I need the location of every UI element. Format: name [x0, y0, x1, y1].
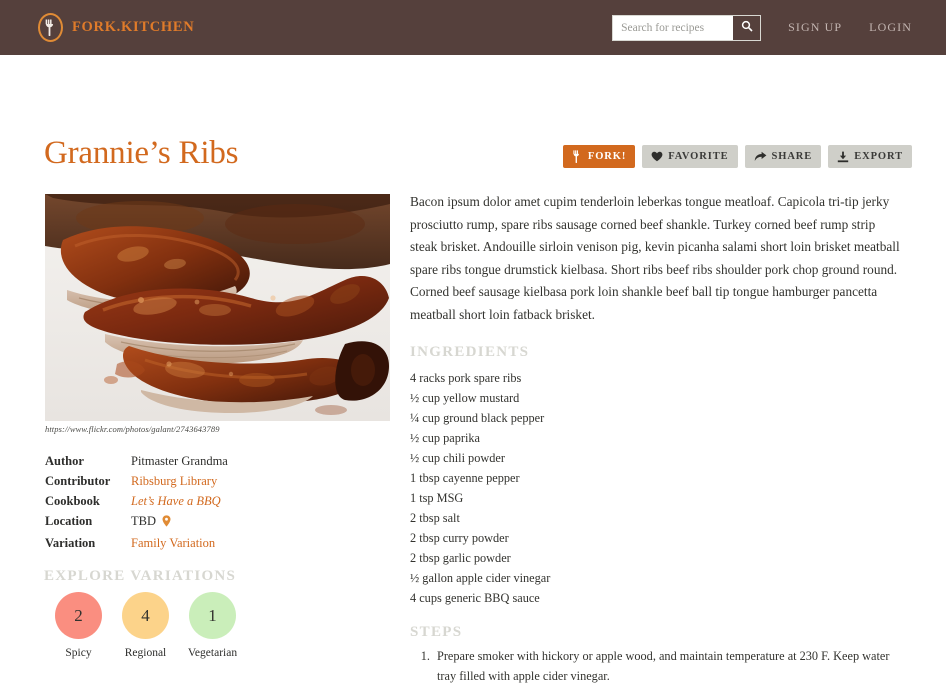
- recipe-photo: [45, 194, 390, 421]
- ingredients-list: 4 racks pork spare ribs ½ cup yellow must…: [410, 368, 905, 608]
- meta-value-contributor[interactable]: Ribsburg Library: [131, 471, 375, 491]
- meta-key-variation: Variation: [45, 535, 96, 550]
- brand-logo[interactable]: FORK.KITCHEN: [38, 13, 194, 42]
- page-title: Grannie’s Ribs: [44, 135, 239, 171]
- favorite-button-label: FAVORITE: [668, 151, 729, 162]
- recipe-main-content: Bacon ipsum dolor amet cupim tenderloin …: [410, 191, 905, 691]
- ingredient-item: ½ cup yellow mustard: [410, 391, 520, 405]
- search-input[interactable]: [613, 15, 734, 40]
- share-button-label: SHARE: [771, 151, 813, 162]
- variation-item-spicy[interactable]: 2 Spicy: [45, 592, 112, 659]
- table-row: Variation Family Variation: [45, 533, 375, 553]
- meta-key-contributor: Contributor: [45, 473, 111, 488]
- download-icon: [837, 151, 854, 163]
- search-box[interactable]: [612, 14, 762, 41]
- variation-label-spicy: Spicy: [65, 647, 92, 659]
- meta-key-cookbook: Cookbook: [45, 493, 100, 508]
- table-row: Cookbook Let’s Have a BBQ: [45, 491, 375, 511]
- table-row: Author Pitmaster Grandma: [45, 451, 375, 471]
- meta-key-author: Author: [45, 453, 84, 468]
- steps-list: Prepare smoker with hickory or apple woo…: [410, 646, 905, 691]
- variation-circles: 2 Spicy 4 Regional 1 Vegetarian: [45, 592, 246, 659]
- heart-icon: [651, 151, 668, 162]
- brand-name: FORK.KITCHEN: [72, 19, 195, 35]
- fork-button[interactable]: FORK!: [562, 145, 636, 168]
- meta-value-author: Pitmaster Grandma: [131, 453, 228, 468]
- variation-count-spicy: 2: [55, 592, 102, 639]
- variation-item-regional[interactable]: 4 Regional: [112, 592, 179, 659]
- variation-label-regional: Regional: [124, 647, 167, 659]
- share-arrow-icon: [754, 151, 772, 162]
- ingredient-item: ½ gallon apple cider vinegar: [410, 571, 551, 585]
- favorite-button[interactable]: FAVORITE: [642, 145, 738, 168]
- ingredient-item: ½ cup paprika: [410, 431, 480, 445]
- steps-heading: STEPS: [410, 624, 463, 640]
- variation-count-regional: 4: [122, 592, 169, 639]
- table-row: Location TBD: [45, 511, 375, 533]
- export-button-label: EXPORT: [854, 151, 903, 162]
- recipe-actions: FORK! FAVORITE SHARE EXPORT: [562, 145, 912, 168]
- share-button[interactable]: SHARE: [744, 145, 822, 168]
- site-header: FORK.KITCHEN SIGN UP LOGIN: [0, 0, 946, 55]
- ingredient-item: 1 tsp MSG: [410, 491, 464, 505]
- header-right-group: SIGN UP LOGIN: [612, 0, 912, 55]
- variation-count-vegetarian: 1: [189, 592, 236, 639]
- search-icon: [741, 20, 753, 35]
- meta-key-location: Location: [45, 513, 93, 528]
- fork-icon: [572, 150, 588, 163]
- export-button[interactable]: EXPORT: [828, 145, 912, 168]
- search-button[interactable]: [733, 15, 761, 40]
- ingredient-item: 2 tbsp garlic powder: [410, 551, 511, 565]
- ingredient-item: 4 cups generic BBQ sauce: [410, 591, 540, 605]
- recipe-description: Bacon ipsum dolor amet cupim tenderloin …: [410, 194, 900, 322]
- meta-value-location[interactable]: TBD: [131, 514, 156, 528]
- ingredient-item: 2 tbsp curry powder: [410, 531, 509, 545]
- fork-badge-icon: [38, 13, 63, 42]
- ingredient-item: ¼ cup ground black pepper: [410, 411, 545, 425]
- map-pin-icon[interactable]: [162, 514, 171, 530]
- nav-link-sign-up[interactable]: SIGN UP: [788, 20, 842, 35]
- ingredient-item: 4 racks pork spare ribs: [410, 371, 522, 385]
- step-item: Prepare smoker with hickory or apple woo…: [433, 646, 905, 686]
- explore-variations-heading: EXPLORE VARIATIONS: [44, 568, 237, 584]
- recipe-metadata: Author Pitmaster Grandma Contributor Rib…: [45, 451, 375, 553]
- variation-item-vegetarian[interactable]: 1 Vegetarian: [179, 592, 246, 659]
- photo-credit: https://www.flickr.com/photos/galant/274…: [45, 424, 220, 434]
- step-item: Slather the ribs in mustard: [433, 687, 905, 691]
- variation-label-vegetarian: Vegetarian: [187, 647, 238, 659]
- ingredient-item: ½ cup chili powder: [410, 451, 505, 465]
- ingredient-item: 2 tbsp salt: [410, 511, 460, 525]
- table-row: Contributor Ribsburg Library: [45, 471, 375, 491]
- meta-value-location-cell: TBD: [131, 511, 375, 533]
- fork-button-label: FORK!: [587, 151, 627, 162]
- ingredient-item: 1 tbsp cayenne pepper: [410, 471, 520, 485]
- nav-link-login[interactable]: LOGIN: [869, 20, 912, 35]
- meta-value-cookbook[interactable]: Let’s Have a BBQ: [131, 491, 375, 511]
- meta-value-variation[interactable]: Family Variation: [131, 533, 375, 553]
- ingredients-heading: INGREDIENTS: [410, 344, 530, 360]
